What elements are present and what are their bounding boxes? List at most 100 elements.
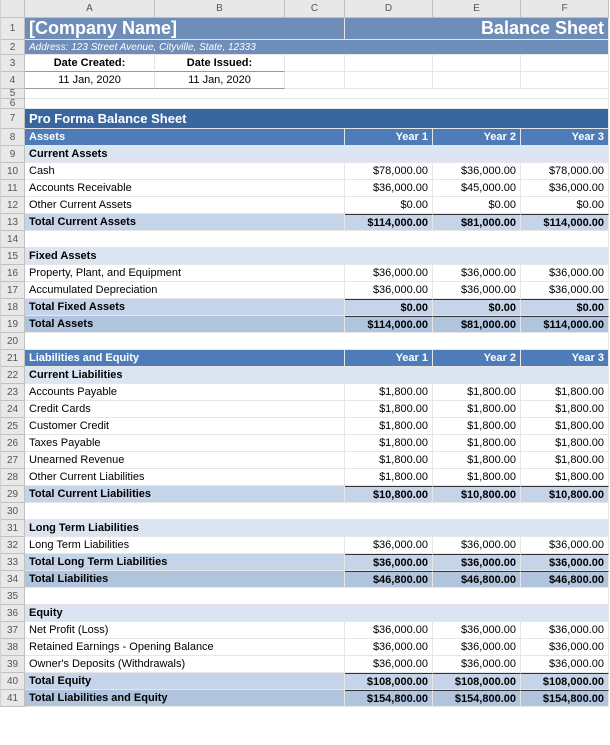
cell[interactable]: $36,000.00 xyxy=(521,180,609,197)
cell[interactable]: $36,000.00 xyxy=(433,163,521,180)
cell[interactable]: $36,000.00 xyxy=(345,537,433,554)
col-header-C[interactable]: C xyxy=(285,0,345,18)
cell[interactable]: $36,000.00 xyxy=(345,180,433,197)
cell[interactable]: $36,000.00 xyxy=(433,554,521,571)
year3[interactable]: Year 3 xyxy=(521,129,609,146)
doc-title[interactable]: Balance Sheet xyxy=(345,18,609,40)
cell[interactable]: $10,800.00 xyxy=(345,486,433,503)
company-name[interactable]: [Company Name] xyxy=(25,18,345,40)
year1[interactable]: Year 1 xyxy=(345,129,433,146)
cell[interactable]: $1,800.00 xyxy=(345,469,433,486)
date-issued-label[interactable]: Date Issued: xyxy=(155,55,285,72)
row-header-22[interactable]: 22 xyxy=(1,367,25,384)
cell[interactable]: $45,000.00 xyxy=(433,180,521,197)
cell[interactable]: $10,800.00 xyxy=(521,486,609,503)
col-header-B[interactable]: B xyxy=(155,0,285,18)
fixed-assets-title[interactable]: Fixed Assets xyxy=(25,248,609,265)
cell[interactable]: Year 1 xyxy=(345,350,433,367)
line-item[interactable]: Customer Credit xyxy=(25,418,345,435)
row-header-3[interactable]: 3 xyxy=(1,55,25,72)
longterm-title[interactable]: Long Term Liabilities xyxy=(25,520,609,537)
row-header-17[interactable]: 17 xyxy=(1,282,25,299)
cell[interactable]: $36,000.00 xyxy=(433,265,521,282)
cell[interactable] xyxy=(25,231,609,248)
row-header-32[interactable]: 32 xyxy=(1,537,25,554)
cell[interactable]: $1,800.00 xyxy=(433,469,521,486)
row-header-24[interactable]: 24 xyxy=(1,401,25,418)
cell[interactable]: $1,800.00 xyxy=(521,469,609,486)
total-longterm[interactable]: Total Long Term Liabilities xyxy=(25,554,345,571)
row-header-13[interactable]: 13 xyxy=(1,214,25,231)
line-item[interactable]: Accounts Payable xyxy=(25,384,345,401)
cell[interactable] xyxy=(433,55,521,72)
line-item[interactable]: Other Current Liabilities xyxy=(25,469,345,486)
row-header-20[interactable]: 20 xyxy=(1,333,25,350)
row-header-15[interactable]: 15 xyxy=(1,248,25,265)
liab-header[interactable]: Liabilities and Equity xyxy=(25,350,345,367)
blank[interactable] xyxy=(25,89,609,99)
row-header-31[interactable]: 31 xyxy=(1,520,25,537)
cell[interactable]: $36,000.00 xyxy=(433,639,521,656)
row-header-8[interactable]: 8 xyxy=(1,129,25,146)
row-header-27[interactable]: 27 xyxy=(1,452,25,469)
line-item[interactable]: Owner's Deposits (Withdrawals) xyxy=(25,656,345,673)
cell[interactable]: $36,000.00 xyxy=(345,622,433,639)
line-item[interactable]: Retained Earnings - Opening Balance xyxy=(25,639,345,656)
row-header-10[interactable]: 10 xyxy=(1,163,25,180)
cell[interactable]: $36,000.00 xyxy=(345,656,433,673)
section-title[interactable]: Pro Forma Balance Sheet xyxy=(25,109,609,129)
cell[interactable]: $36,000.00 xyxy=(521,622,609,639)
total-assets[interactable]: Total Assets xyxy=(25,316,345,333)
cell[interactable]: $114,000.00 xyxy=(521,316,609,333)
cell[interactable]: $36,000.00 xyxy=(433,537,521,554)
cell[interactable]: $1,800.00 xyxy=(433,435,521,452)
cell[interactable] xyxy=(345,72,433,89)
current-liab-title[interactable]: Current Liabilities xyxy=(25,367,609,384)
cell[interactable]: $0.00 xyxy=(433,197,521,214)
cell[interactable]: $108,000.00 xyxy=(345,673,433,690)
cell[interactable]: $114,000.00 xyxy=(521,214,609,231)
cell[interactable]: $36,000.00 xyxy=(521,656,609,673)
cell[interactable] xyxy=(285,55,345,72)
cell[interactable]: $0.00 xyxy=(521,299,609,316)
line-item[interactable]: Taxes Payable xyxy=(25,435,345,452)
col-header-E[interactable]: E xyxy=(433,0,521,18)
cell[interactable] xyxy=(25,503,609,520)
cell[interactable] xyxy=(345,55,433,72)
row-header-2[interactable]: 2 xyxy=(1,40,25,55)
cell[interactable]: $36,000.00 xyxy=(521,554,609,571)
cell[interactable]: $10,800.00 xyxy=(433,486,521,503)
cell[interactable]: $1,800.00 xyxy=(521,401,609,418)
cell[interactable]: $1,800.00 xyxy=(345,418,433,435)
cell[interactable]: $36,000.00 xyxy=(433,622,521,639)
cell[interactable] xyxy=(433,72,521,89)
row-header-40[interactable]: 40 xyxy=(1,673,25,690)
row-header-30[interactable]: 30 xyxy=(1,503,25,520)
row-header-39[interactable]: 39 xyxy=(1,656,25,673)
cell[interactable]: $1,800.00 xyxy=(433,418,521,435)
blank[interactable] xyxy=(25,99,609,109)
cell[interactable]: $114,000.00 xyxy=(345,214,433,231)
total-liab-equity[interactable]: Total Liabilities and Equity xyxy=(25,690,345,707)
row-header-35[interactable]: 35 xyxy=(1,588,25,605)
cell[interactable]: $81,000.00 xyxy=(433,214,521,231)
cell[interactable] xyxy=(25,588,609,605)
line-item[interactable]: Property, Plant, and Equipment xyxy=(25,265,345,282)
cell[interactable]: Year 2 xyxy=(433,350,521,367)
line-item[interactable]: Long Term Liabilities xyxy=(25,537,345,554)
cell[interactable]: $1,800.00 xyxy=(521,384,609,401)
cell[interactable]: $0.00 xyxy=(521,197,609,214)
cell[interactable]: Year 3 xyxy=(521,350,609,367)
cell[interactable]: $1,800.00 xyxy=(433,401,521,418)
cell[interactable]: $154,800.00 xyxy=(521,690,609,707)
cell[interactable] xyxy=(285,72,345,89)
cell[interactable]: $36,000.00 xyxy=(521,537,609,554)
date-created[interactable]: 11 Jan, 2020 xyxy=(25,72,155,89)
cell[interactable]: $0.00 xyxy=(433,299,521,316)
cell[interactable]: $1,800.00 xyxy=(345,435,433,452)
line-item[interactable]: Accounts Receivable xyxy=(25,180,345,197)
cell[interactable]: $1,800.00 xyxy=(521,452,609,469)
line-item[interactable]: Unearned Revenue xyxy=(25,452,345,469)
col-header-F[interactable]: F xyxy=(521,0,609,18)
cell[interactable]: $1,800.00 xyxy=(521,418,609,435)
